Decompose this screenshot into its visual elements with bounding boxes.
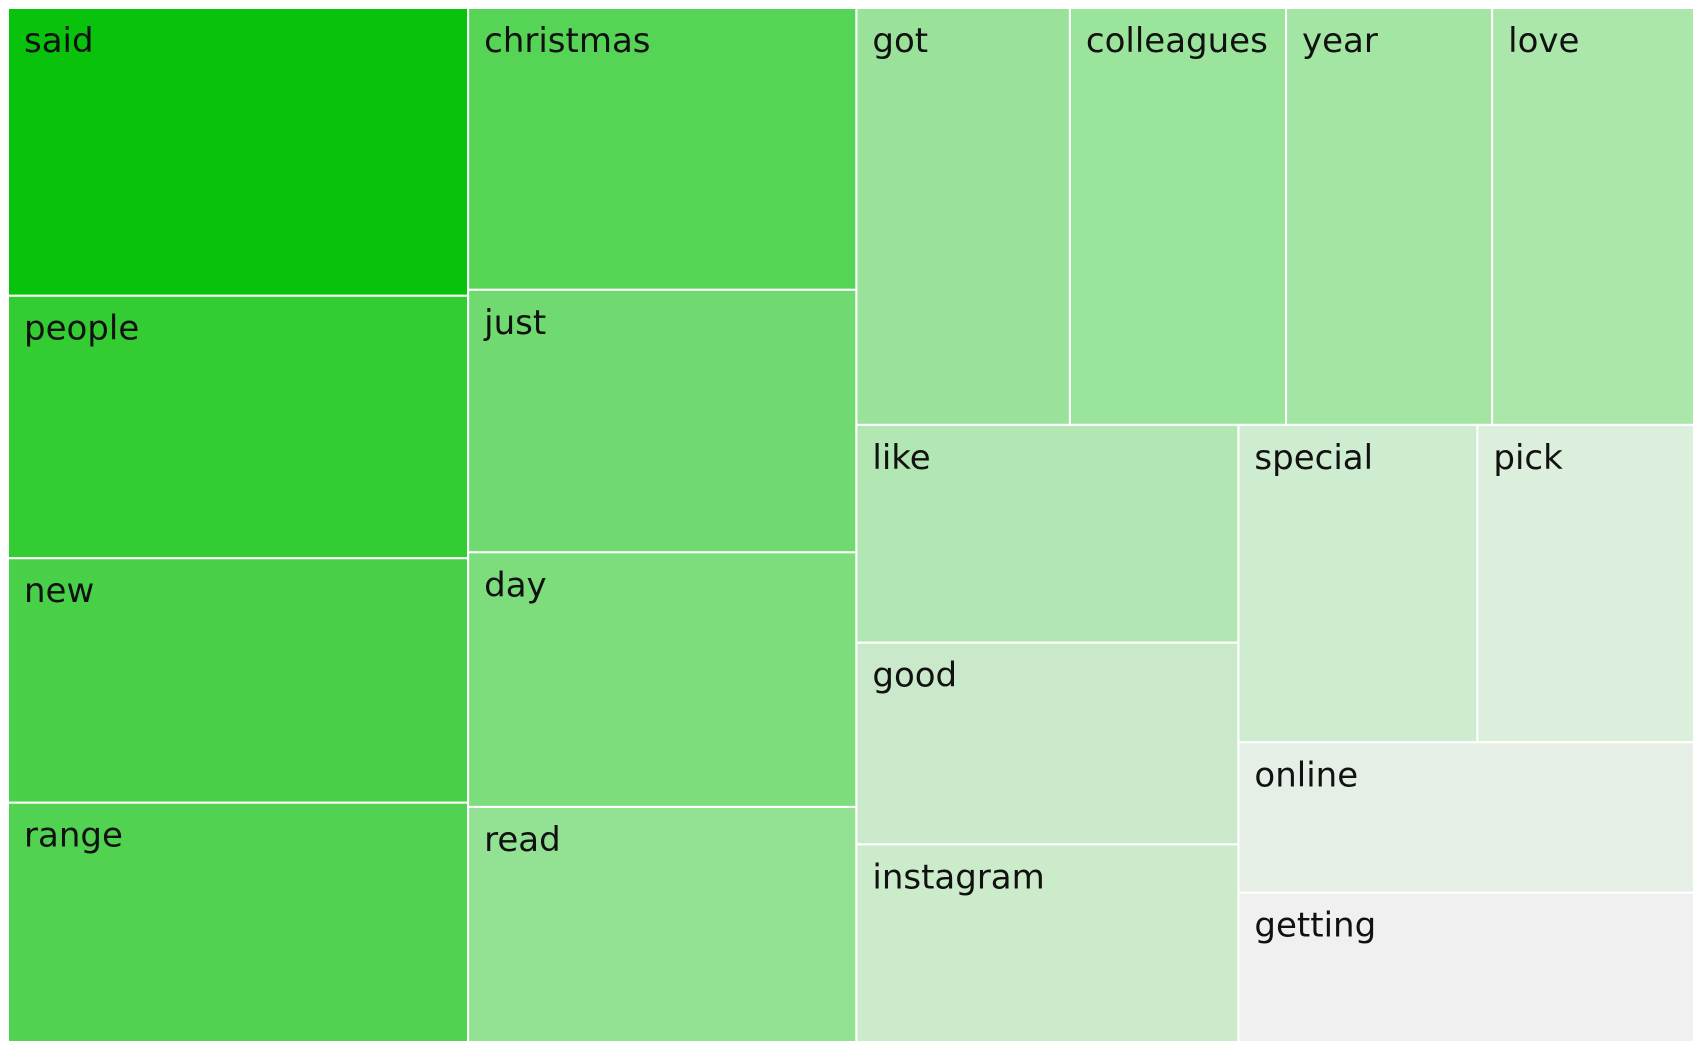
- treemap-label-just: just: [483, 303, 546, 343]
- treemap-tile-people[interactable]: people: [7, 294, 470, 560]
- treemap-tile-said[interactable]: said: [7, 7, 470, 297]
- treemap-label-day: day: [484, 565, 547, 605]
- treemap-label-colleagues: colleagues: [1086, 21, 1268, 61]
- treemap-tile-day[interactable]: day: [467, 551, 858, 808]
- treemap-tile-year[interactable]: year: [1285, 7, 1494, 426]
- treemap-label-like: like: [872, 438, 930, 478]
- treemap-label-good: good: [872, 656, 957, 696]
- treemap-tile-got[interactable]: got: [855, 7, 1071, 426]
- treemap-tile-online[interactable]: online: [1237, 741, 1696, 894]
- treemap-tile-just[interactable]: just: [467, 288, 858, 554]
- treemap-label-love: love: [1508, 21, 1579, 61]
- treemap-tile-special[interactable]: special: [1237, 423, 1479, 744]
- treemap-label-getting: getting: [1254, 906, 1376, 946]
- treemap-label-christmas: christmas: [484, 21, 650, 61]
- treemap-tile-read[interactable]: read: [467, 805, 858, 1043]
- treemap-tile-pick[interactable]: pick: [1476, 423, 1696, 744]
- treemap-rect-love[interactable]: [1491, 7, 1695, 426]
- treemap-label-year: year: [1302, 21, 1378, 61]
- treemap-label-said: said: [24, 21, 94, 61]
- treemap-rect-got[interactable]: [855, 7, 1071, 426]
- treemap-label-special: special: [1254, 438, 1373, 478]
- treemap-label-online: online: [1254, 755, 1358, 795]
- treemap-tile-good[interactable]: good: [855, 641, 1240, 846]
- treemap-label-range: range: [24, 816, 123, 856]
- treemap-rect-year[interactable]: [1285, 7, 1494, 426]
- treemap-rect-colleagues[interactable]: [1068, 7, 1287, 426]
- treemap-tile-range[interactable]: range: [7, 801, 470, 1043]
- treemap-tile-like[interactable]: like: [855, 423, 1240, 644]
- treemap-tile-christmas[interactable]: christmas: [467, 7, 858, 291]
- treemap-chart: said people new range christmas just day read go…: [0, 0, 1702, 1050]
- treemap-label-pick: pick: [1493, 438, 1563, 478]
- treemap-tile-colleagues[interactable]: colleagues: [1068, 7, 1287, 426]
- treemap-tile-getting[interactable]: getting: [1237, 891, 1696, 1043]
- treemap-label-read: read: [484, 820, 561, 860]
- treemap-label-instagram: instagram: [872, 857, 1044, 897]
- treemap-label-new: new: [24, 571, 94, 611]
- treemap-svg: said people new range christmas just day read go…: [7, 7, 1696, 1043]
- treemap-tile-instagram[interactable]: instagram: [855, 843, 1240, 1043]
- treemap-label-people: people: [24, 309, 139, 349]
- treemap-label-got: got: [872, 21, 928, 61]
- treemap-tile-new[interactable]: new: [7, 557, 470, 804]
- treemap-tile-love[interactable]: love: [1491, 7, 1695, 426]
